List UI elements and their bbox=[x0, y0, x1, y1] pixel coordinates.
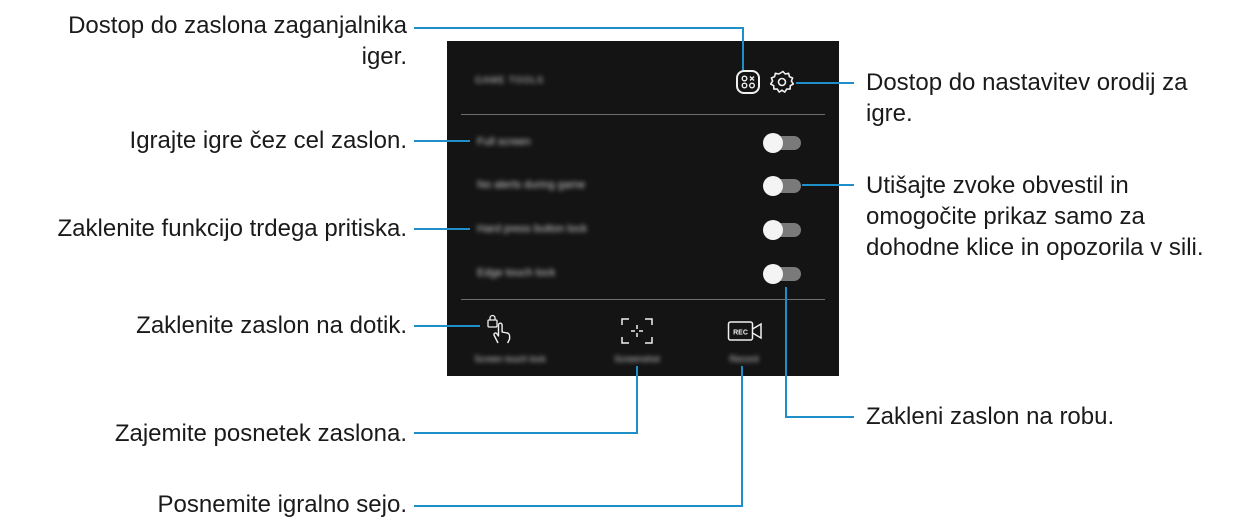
toggle-knob bbox=[763, 176, 783, 196]
callout-settings-line2: igre. bbox=[866, 100, 913, 127]
full-screen-toggle[interactable] bbox=[763, 133, 801, 153]
record-label: Record bbox=[729, 354, 759, 364]
toggle-knob bbox=[763, 264, 783, 284]
callout-no-alerts-line1: Utišajte zvoke obvestil in bbox=[866, 172, 1129, 199]
toggle-knob bbox=[763, 133, 783, 153]
row-hard-press: Hard press button lock bbox=[477, 223, 588, 235]
leader-line-launcher bbox=[742, 27, 744, 70]
leader-line-edge-lock bbox=[785, 416, 854, 418]
callout-no-alerts: Utišajte zvoke obvestil in omogočite pri… bbox=[866, 170, 1204, 263]
leader-line-no-alerts bbox=[802, 184, 854, 186]
callout-launcher-line2: iger. bbox=[361, 43, 407, 70]
edge-touch-toggle[interactable] bbox=[763, 264, 801, 284]
leader-line-full-screen bbox=[414, 140, 470, 142]
game-tools-panel: GAME TOOLS Full screen No alerts during … bbox=[447, 41, 839, 376]
leader-line-edge-lock bbox=[785, 287, 787, 418]
screenshot-label: Screenshot bbox=[614, 354, 660, 364]
callout-settings: Dostop do nastavitev orodij za igre. bbox=[866, 67, 1188, 129]
leader-line-launcher bbox=[414, 27, 744, 29]
callout-screenshot: Zajemite posnetek zaslona. bbox=[114, 420, 407, 447]
hard-press-toggle[interactable] bbox=[763, 220, 801, 240]
callout-launcher-line1: Dostop do zaslona zaganjalnika bbox=[68, 12, 407, 39]
panel-title: GAME TOOLS bbox=[475, 75, 545, 85]
game-launcher-icon[interactable] bbox=[735, 69, 761, 95]
callout-no-alerts-line2: omogočite prikaz samo za bbox=[866, 203, 1145, 230]
leader-line-touch-lock bbox=[414, 325, 480, 327]
row-full-screen: Full screen bbox=[477, 136, 531, 148]
leader-line-screenshot bbox=[636, 366, 638, 434]
leader-line-settings bbox=[796, 82, 854, 84]
callout-hard-press: Zaklenite funkcijo trdega pritiska. bbox=[57, 215, 408, 242]
divider-top bbox=[461, 114, 825, 115]
touch-lock-icon[interactable] bbox=[485, 313, 515, 347]
callout-launcher: Dostop do zaslona zaganjalnika iger. bbox=[68, 10, 407, 72]
no-alerts-toggle[interactable] bbox=[763, 176, 801, 196]
touch-lock-label: Screen touch lock bbox=[474, 354, 546, 364]
row-edge-touch: Edge touch lock bbox=[477, 267, 556, 279]
callout-edge-lock: Zakleni zaslon na robu. bbox=[866, 403, 1115, 430]
record-icon[interactable]: REC bbox=[727, 320, 763, 342]
callout-record: Posnemite igralno sejo. bbox=[157, 491, 407, 518]
leader-line-hard-press bbox=[414, 228, 470, 230]
svg-text:REC: REC bbox=[733, 330, 748, 337]
callout-no-alerts-line3: dohodne klice in opozorila v sili. bbox=[866, 234, 1204, 261]
toggle-knob bbox=[763, 220, 783, 240]
screenshot-icon[interactable] bbox=[620, 317, 654, 345]
callout-full-screen: Igrajte igre čez cel zaslon. bbox=[129, 127, 407, 154]
callout-settings-line1: Dostop do nastavitev orodij za bbox=[866, 69, 1188, 96]
leader-line-screenshot bbox=[414, 432, 638, 434]
leader-line-record bbox=[414, 505, 743, 507]
row-no-alerts: No alerts during game bbox=[477, 179, 586, 191]
leader-line-record bbox=[741, 366, 743, 507]
divider-bottom bbox=[461, 299, 825, 300]
gear-icon[interactable] bbox=[770, 69, 796, 95]
callout-touch-lock: Zaklenite zaslon na dotik. bbox=[136, 312, 407, 339]
